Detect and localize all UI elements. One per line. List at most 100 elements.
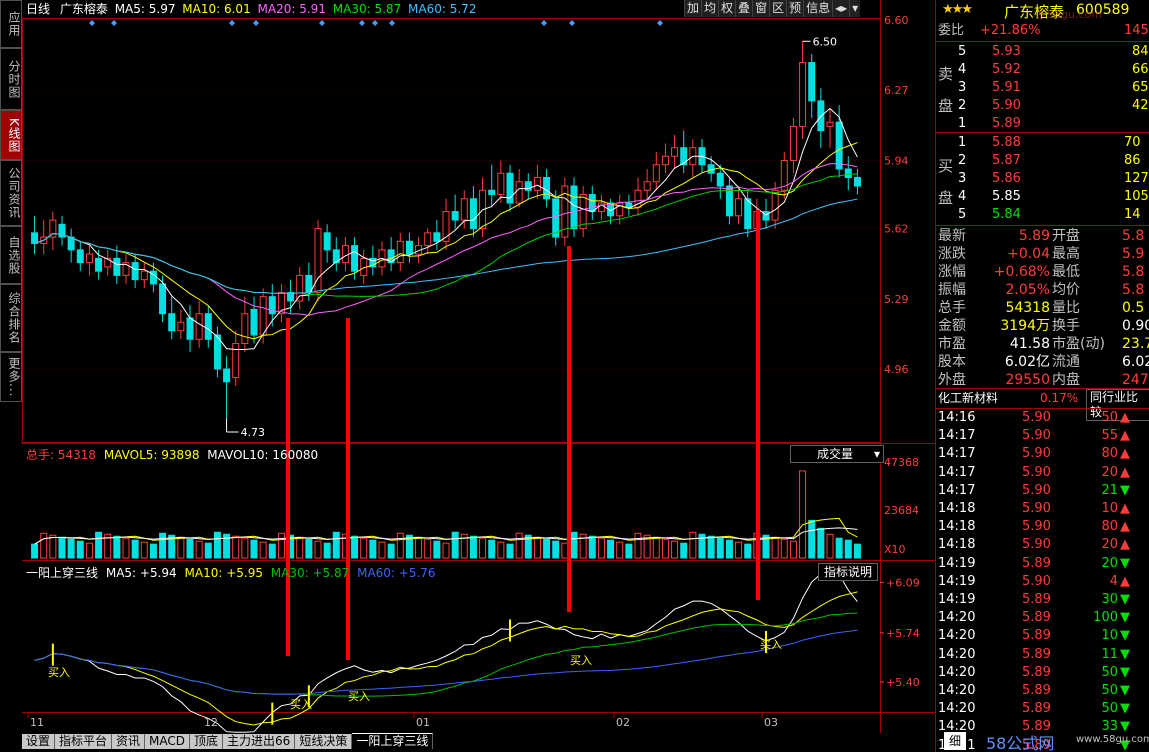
left-tab-6[interactable]: 更多...	[0, 352, 22, 402]
bottom-tab-2[interactable]: 资讯	[112, 734, 146, 749]
tick-time: 14:17	[938, 446, 976, 462]
sell-row: 4 5.92 66	[936, 61, 1149, 79]
left-tab-1[interactable]: 分时图	[0, 48, 22, 110]
sector-pct: 0.17%	[1040, 391, 1079, 405]
stat-label-2: 流通	[1052, 354, 1080, 370]
bottom-tab-4[interactable]: 顶底	[190, 734, 224, 749]
buy-row: 3 5.86 127	[936, 170, 1149, 188]
tick-volume: 11	[1101, 646, 1118, 662]
candle-body-53	[515, 181, 523, 204]
bottom-tab-6[interactable]: 短线决策	[295, 734, 353, 749]
buy-label-4: 买入	[760, 638, 782, 651]
stat-label-2: 最低	[1052, 264, 1080, 280]
indicator-tick-1: +5.74	[886, 627, 920, 640]
tick-price: 5.89	[1022, 664, 1051, 680]
volume-bar-33	[332, 531, 340, 559]
stat-label-2: 最高	[1052, 246, 1080, 262]
volume-bar-11	[131, 539, 139, 559]
arrow-down-icon: ▼	[1120, 628, 1130, 644]
volume-bar-70	[671, 540, 679, 559]
tick-volume: 21	[1101, 482, 1118, 498]
sell-volume: 65	[1132, 80, 1149, 95]
buy-label-char: 买	[938, 157, 954, 175]
candle-body-67	[643, 181, 651, 191]
arrow-up-icon: ▲	[1120, 464, 1130, 480]
tick-time: 14:19	[938, 592, 976, 607]
buy-price: 5.86	[992, 171, 1021, 186]
signal-marker-1	[111, 20, 117, 26]
arrow-up-icon: ▲	[1120, 501, 1130, 516]
volume-bar-30	[305, 538, 313, 559]
detail-tab-label: 细	[948, 734, 961, 748]
signal-marker-9	[569, 20, 575, 26]
left-tab-0[interactable]: 应用	[0, 0, 22, 48]
volume-bar-1	[40, 532, 48, 559]
indicator-tick-2: +5.40	[886, 676, 920, 689]
volume-bar-75	[716, 537, 724, 559]
bottom-tab-1[interactable]: 指标平台	[55, 734, 113, 749]
volume-bar-6	[85, 542, 93, 559]
tick-price: 5.89	[1022, 701, 1051, 717]
candle-body-43	[424, 232, 432, 247]
price-panel-border	[22, 18, 881, 443]
sell-row: 3 5.91 65	[936, 79, 1149, 97]
buy-row: 2 5.87 86	[936, 152, 1149, 170]
candle-body-77	[735, 198, 743, 217]
stat-label: 股本	[938, 354, 966, 370]
volume-bar-64	[616, 541, 624, 559]
arrow-up-icon: ▲	[1120, 519, 1130, 535]
indicator-ma5: MA5: +5.94	[105, 566, 177, 580]
volume-bar-37	[369, 539, 377, 559]
weibi-count: 145	[1124, 23, 1149, 38]
mavol5-line	[34, 517, 858, 545]
volume-bar-19	[204, 542, 212, 559]
indicator-help-button[interactable]: 指标说明	[818, 563, 878, 581]
high-label: 6.50	[813, 35, 838, 48]
date-tick-3: 02	[616, 716, 630, 729]
candle-body-48	[469, 198, 477, 230]
tick-volume: 10	[1101, 501, 1118, 516]
left-tab-3[interactable]: 公司资讯	[0, 160, 22, 226]
left-tab-5[interactable]: 综合排名	[0, 284, 22, 352]
tick-time: 14:20	[938, 683, 976, 698]
sector-name: 化工新材料	[938, 391, 999, 405]
price-tick-5: 4.96	[884, 363, 909, 376]
volume-bar-5	[76, 540, 84, 559]
chevron-down-icon: ▾	[873, 447, 880, 461]
date-tick-0: 11	[30, 716, 44, 729]
left-tab-4[interactable]: 自选股	[0, 226, 22, 284]
bottom-tab-5[interactable]: 主力进出66	[223, 734, 296, 749]
stat-value-2: 5.8	[1122, 264, 1145, 280]
tick-price: 5.90	[1022, 464, 1051, 480]
bottom-tab-3[interactable]: MACD	[145, 734, 191, 749]
kline-chart[interactable]: 6.60 6.27 5.94 5.62 5.29 4.96 6.50 4.73 47368 236…	[22, 0, 936, 733]
stat-label: 涨跌	[938, 246, 966, 262]
left-tab-2[interactable]: K线图	[0, 110, 22, 160]
candle-body-24	[250, 308, 258, 336]
tick-volume: 80	[1101, 446, 1118, 462]
stat-value-2: 5.9	[1122, 246, 1145, 262]
panel-separator	[936, 132, 1149, 133]
sell-level: 3	[958, 80, 967, 95]
signal-marker-8	[541, 20, 547, 26]
sell-level: 5	[958, 44, 967, 59]
candle-body-17	[186, 317, 194, 340]
buy-label-0: 买入	[48, 666, 70, 679]
tick-time: 14:20	[938, 646, 976, 662]
tick-price: 5.90	[1022, 428, 1051, 444]
tick-price: 5.89	[1022, 646, 1051, 662]
buy-side-label: 买盘	[938, 150, 953, 214]
mavol5-label: MAVOL5: 93898	[103, 448, 200, 462]
tick-row: 14:18 5.90 20 ▲	[936, 536, 1149, 554]
bottom-tab-0[interactable]: 设置	[22, 734, 56, 749]
indicator-ma10: MA10: +5.95	[184, 566, 263, 580]
volume-bar-59	[570, 531, 578, 559]
volume-dropdown[interactable]: 成交量 ▾	[790, 445, 884, 463]
bottom-tab-7[interactable]: 一阳上穿三线	[352, 733, 434, 749]
tick-volume: 80	[1101, 519, 1118, 535]
tick-row: 14:20 5.89 50 ▼	[936, 682, 1149, 700]
sector-bar[interactable]: 化工新材料 0.17% 同行业比较	[936, 389, 1149, 421]
volume-bar-83	[789, 540, 797, 559]
buy-label-3: 买入	[570, 654, 592, 667]
detail-tab[interactable]: 细	[944, 732, 966, 750]
